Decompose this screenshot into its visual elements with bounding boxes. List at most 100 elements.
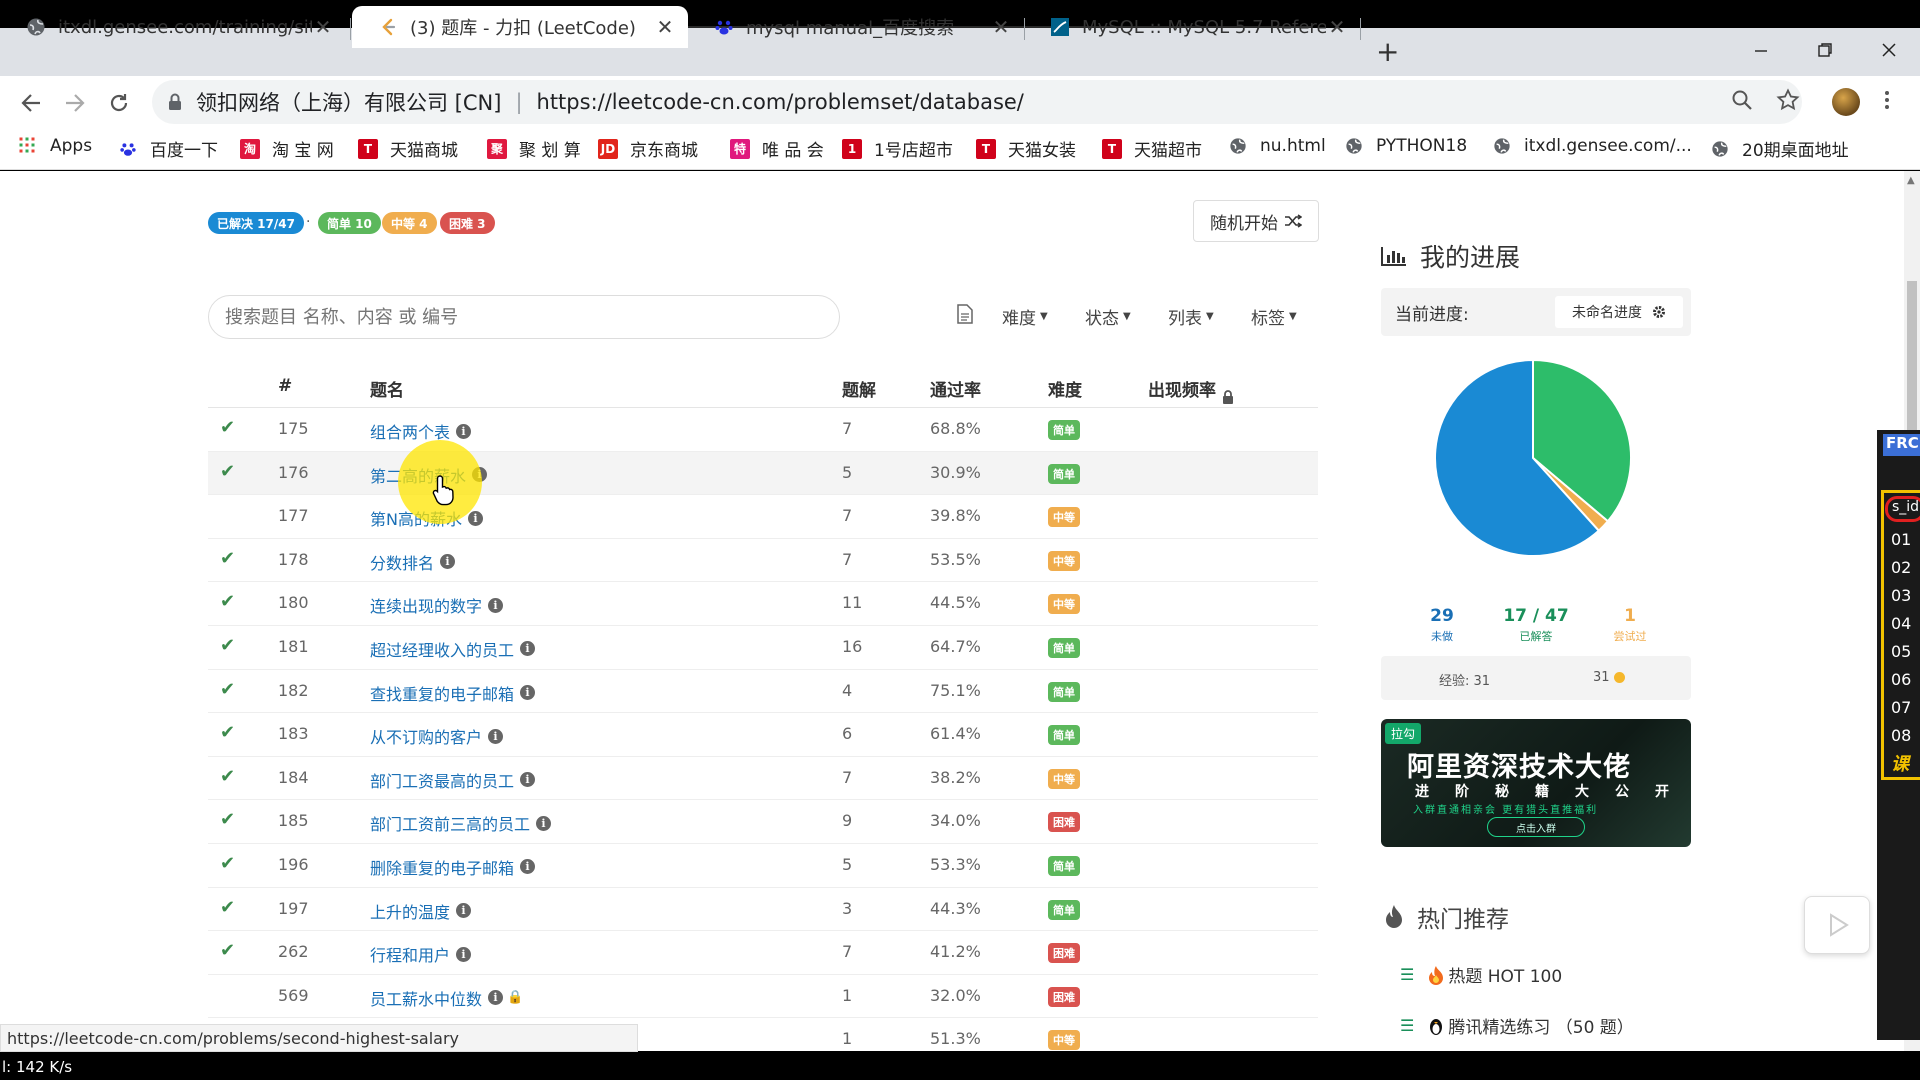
hot-item-hot100[interactable]: ☰ 热题 HOT 100 bbox=[1400, 962, 1562, 987]
table-row[interactable]: 177 第N高的薪水 i 7 39.8% 中等 bbox=[208, 495, 1318, 539]
problem-title-link[interactable]: 上升的温度 i bbox=[370, 899, 472, 923]
table-row[interactable]: ✔ 175 组合两个表 i 7 68.8% 简单 bbox=[208, 408, 1318, 452]
close-icon[interactable]: ✕ bbox=[312, 15, 334, 39]
lock-icon[interactable] bbox=[168, 93, 182, 111]
status-filter[interactable]: 状态 ▼ bbox=[1085, 304, 1131, 329]
table-row[interactable]: ✔ 183 从不订购的客户 i 6 61.4% 简单 bbox=[208, 713, 1318, 757]
random-start-button[interactable]: 随机开始 bbox=[1193, 200, 1319, 242]
list-filter[interactable]: 列表 ▼ bbox=[1168, 304, 1214, 329]
info-icon[interactable]: i bbox=[520, 772, 536, 788]
banner-join-button[interactable]: 点击入群 bbox=[1487, 817, 1585, 837]
info-icon[interactable]: i bbox=[520, 641, 536, 657]
bookmark-item[interactable]: 百度一下 bbox=[118, 136, 218, 161]
bookmark-item[interactable]: nu.html bbox=[1228, 136, 1326, 156]
col-difficulty[interactable]: 难度 bbox=[1048, 376, 1082, 401]
col-solutions[interactable]: 题解 bbox=[842, 376, 876, 401]
scrollbar-thumb[interactable] bbox=[1907, 281, 1917, 431]
star-icon[interactable] bbox=[1776, 88, 1800, 112]
info-icon[interactable]: i bbox=[456, 903, 472, 919]
bookmark-item[interactable]: T 天猫商城 bbox=[358, 136, 458, 161]
table-row[interactable]: ✔ 178 分数排名 i 7 53.5% 中等 bbox=[208, 539, 1318, 583]
table-row[interactable]: ✔ 182 查找重复的电子邮箱 i 4 75.1% 简单 bbox=[208, 670, 1318, 714]
problem-title-link[interactable]: 从不订购的客户 i bbox=[370, 724, 504, 748]
session-selector[interactable]: 未命名进度 bbox=[1555, 296, 1683, 328]
table-row[interactable]: ✔ 181 超过经理收入的员工 i 16 64.7% 简单 bbox=[208, 626, 1318, 670]
reload-button[interactable] bbox=[102, 86, 136, 120]
close-icon[interactable]: ✕ bbox=[1326, 15, 1348, 39]
col-id[interactable]: # bbox=[278, 376, 292, 396]
info-icon[interactable]: i bbox=[520, 685, 536, 701]
bookmark-item[interactable]: 特唯 品 会 bbox=[730, 136, 824, 161]
difficulty-badge: 困难 bbox=[1048, 986, 1080, 1007]
back-button[interactable] bbox=[14, 86, 48, 120]
restore-button[interactable] bbox=[1800, 30, 1850, 70]
info-icon[interactable]: i bbox=[488, 728, 504, 744]
url-text[interactable]: https://leetcode-cn.com/problemset/datab… bbox=[537, 90, 1024, 114]
problem-title-link[interactable]: 行程和用户 i bbox=[370, 942, 472, 966]
table-row[interactable]: ✔ 196 删除重复的电子邮箱 i 5 53.3% 简单 bbox=[208, 844, 1318, 888]
problem-title-link[interactable]: 删除重复的电子邮箱 i bbox=[370, 855, 536, 879]
new-tab-button[interactable]: + bbox=[1376, 34, 1399, 70]
play-button[interactable] bbox=[1804, 896, 1870, 954]
search-box[interactable] bbox=[208, 295, 840, 339]
file-icon[interactable] bbox=[956, 304, 974, 324]
avatar[interactable] bbox=[1832, 88, 1860, 116]
table-row[interactable]: 569 员工薪水中位数 i 🔒 1 32.0% 困难 bbox=[208, 975, 1318, 1019]
table-row[interactable]: ✔ 180 连续出现的数字 i 11 44.5% 中等 bbox=[208, 582, 1318, 626]
window-close-button[interactable] bbox=[1864, 30, 1914, 70]
bookmark-item[interactable]: PYTHON18 bbox=[1344, 136, 1467, 156]
bookmark-item[interactable]: T 天猫女装 bbox=[976, 136, 1076, 161]
info-icon[interactable]: i bbox=[536, 815, 552, 831]
tab-leetcode[interactable]: (3) 题库 - 力扣 (LeetCode) ✕ bbox=[352, 6, 688, 48]
bookmark-item[interactable]: Apps bbox=[18, 136, 92, 156]
address-bar[interactable]: 领扣网络（上海）有限公司 [CN] | https://leetcode-cn.… bbox=[152, 80, 1802, 124]
search-input[interactable] bbox=[225, 306, 839, 328]
acceptance-rate: 44.3% bbox=[930, 898, 981, 918]
forward-button[interactable] bbox=[58, 86, 92, 120]
problem-title-link[interactable]: 部门工资前三高的员工 i bbox=[370, 811, 552, 835]
scroll-up-icon[interactable]: ▲ bbox=[1907, 175, 1915, 186]
bookmark-item[interactable]: T 天猫超市 bbox=[1102, 136, 1202, 161]
tab-itxdl[interactable]: itxdl.gensee.com/training/site... ✕ bbox=[0, 6, 346, 48]
tab-mysql[interactable]: MySQL :: MySQL 5.7 Reference ✕ bbox=[1024, 6, 1360, 48]
info-icon[interactable]: i bbox=[456, 423, 472, 439]
info-icon[interactable]: i bbox=[488, 597, 504, 613]
tags-filter[interactable]: 标签 ▼ bbox=[1251, 304, 1297, 329]
problem-title-link[interactable]: 组合两个表 i bbox=[370, 419, 472, 443]
table-row[interactable]: ✔ 185 部门工资前三高的员工 i 9 34.0% 困难 bbox=[208, 800, 1318, 844]
problem-title-link[interactable]: 分数排名 i bbox=[370, 550, 456, 574]
table-row[interactable]: ✔ 262 行程和用户 i 7 41.2% 困难 bbox=[208, 931, 1318, 975]
info-icon[interactable]: i bbox=[520, 859, 536, 875]
search-icon[interactable] bbox=[1730, 88, 1754, 112]
bookmark-item[interactable]: 淘淘 宝 网 bbox=[240, 136, 334, 161]
col-title[interactable]: 题名 bbox=[370, 376, 404, 401]
bookmark-item[interactable]: 20期桌面地址 bbox=[1710, 136, 1849, 161]
bookmark-item[interactable]: 1 1号店超市 bbox=[842, 136, 953, 161]
info-icon[interactable]: i bbox=[440, 554, 456, 570]
table-row[interactable]: ✔ 197 上升的温度 i 3 44.3% 简单 bbox=[208, 888, 1318, 932]
info-icon[interactable]: i bbox=[456, 946, 472, 962]
gear-icon[interactable] bbox=[1652, 305, 1666, 319]
info-icon[interactable]: i bbox=[488, 990, 504, 1006]
table-row[interactable]: ✔ 184 部门工资最高的员工 i 7 38.2% 中等 bbox=[208, 757, 1318, 801]
close-icon[interactable]: ✕ bbox=[990, 15, 1012, 39]
problem-title-link[interactable]: 连续出现的数字 i bbox=[370, 593, 504, 617]
col-acceptance[interactable]: 通过率 bbox=[930, 376, 981, 401]
table-row[interactable]: ✔176第二高的薪水i530.9%简单 bbox=[208, 451, 1318, 496]
problem-title-link[interactable]: 员工薪水中位数 i 🔒 bbox=[370, 986, 523, 1010]
difficulty-filter[interactable]: 难度 ▼ bbox=[1002, 304, 1048, 329]
col-frequency[interactable]: 出现频率 bbox=[1148, 376, 1233, 404]
bookmark-item[interactable]: 聚聚 划 算 bbox=[487, 136, 581, 161]
bookmark-item[interactable]: JD 京东商城 bbox=[598, 136, 698, 161]
problem-title-link[interactable]: 超过经理收入的员工 i bbox=[370, 637, 536, 661]
promo-banner[interactable]: 拉勾 阿里资深技术大佬 进阶秘籍大公开 入群直通相亲会 更有猎头直推福利 点击入… bbox=[1381, 719, 1691, 847]
info-icon[interactable]: i bbox=[467, 510, 483, 526]
bookmark-item[interactable]: itxdl.gensee.com/... bbox=[1492, 136, 1692, 156]
problem-title-link[interactable]: 部门工资最高的员工 i bbox=[370, 768, 536, 792]
problem-title-link[interactable]: 查找重复的电子邮箱 i bbox=[370, 681, 536, 705]
more-vert-icon[interactable] bbox=[1884, 88, 1890, 112]
minimize-button[interactable] bbox=[1736, 30, 1786, 70]
close-icon[interactable]: ✕ bbox=[654, 15, 676, 39]
tab-baidu[interactable]: mysql manual_百度搜索 ✕ bbox=[688, 6, 1024, 48]
hot-item-tencent[interactable]: ☰ 腾讯精选练习 （50 题） bbox=[1400, 1013, 1634, 1038]
